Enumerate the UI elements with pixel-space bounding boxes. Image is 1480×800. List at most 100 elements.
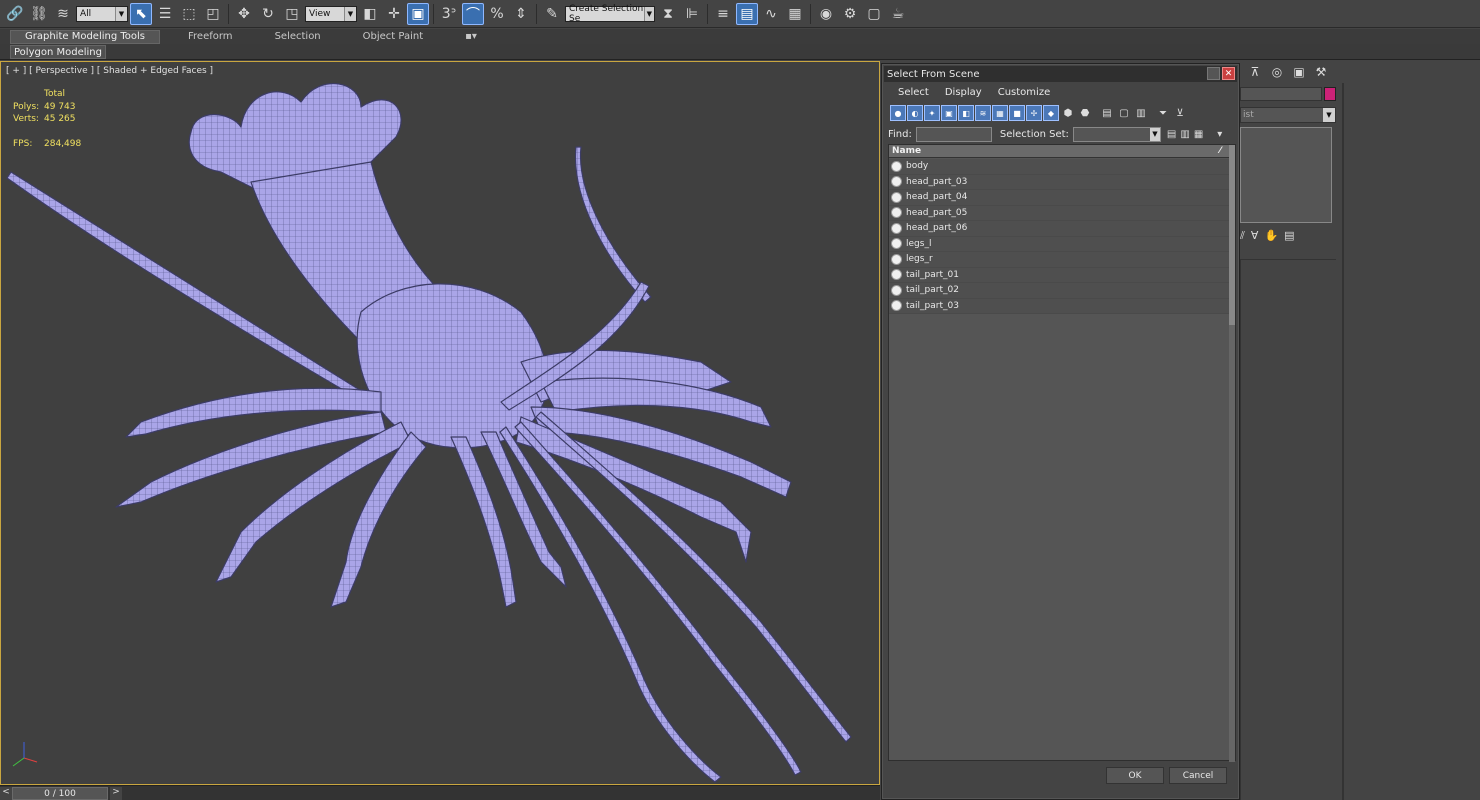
- select-invert-icon[interactable]: ▥: [1133, 105, 1149, 121]
- list-item[interactable]: head_part_03: [889, 174, 1229, 190]
- render-setup-icon[interactable]: ⚙: [839, 3, 861, 25]
- list-item[interactable]: legs_l: [889, 236, 1229, 252]
- modifier-stack[interactable]: [1240, 127, 1332, 223]
- utilities-tab-icon[interactable]: ⚒: [1312, 63, 1330, 81]
- link-icon[interactable]: 🔗: [4, 3, 26, 25]
- list-item[interactable]: body: [889, 159, 1229, 175]
- remove-from-set-icon[interactable]: ▦: [1194, 129, 1203, 140]
- curve-editor-icon[interactable]: ∿: [760, 3, 782, 25]
- select-all-icon[interactable]: ▤: [1099, 105, 1115, 121]
- object-color-swatch[interactable]: [1324, 87, 1336, 101]
- rotate-icon[interactable]: ↻: [257, 3, 279, 25]
- list-item-label: legs_r: [906, 254, 933, 265]
- add-to-set-icon[interactable]: ▥: [1180, 129, 1189, 140]
- percent-snap-icon[interactable]: %: [486, 3, 508, 25]
- render-frame-icon[interactable]: ▢: [863, 3, 885, 25]
- time-slider[interactable]: 0 / 100: [12, 787, 108, 800]
- display-hidden-icon[interactable]: ⬣: [1077, 105, 1093, 121]
- schematic-icon[interactable]: ▦: [784, 3, 806, 25]
- make-unique-icon[interactable]: ✋: [1264, 229, 1278, 245]
- mirror-icon[interactable]: ⧗: [657, 3, 679, 25]
- display-geometry-icon[interactable]: ●: [890, 105, 906, 121]
- motion-tab-icon[interactable]: ◎: [1268, 63, 1286, 81]
- selection-set-dropdown[interactable]: ▼: [1072, 126, 1161, 142]
- polygon-modeling-button[interactable]: Polygon Modeling: [10, 45, 106, 59]
- unlink-icon[interactable]: ⛓: [28, 3, 50, 25]
- display-shapes-icon[interactable]: ◐: [907, 105, 923, 121]
- spinner-snap-icon[interactable]: ⇕: [510, 3, 532, 25]
- list-item[interactable]: head_part_06: [889, 221, 1229, 237]
- filter-options-icon[interactable]: ⊻: [1172, 105, 1188, 121]
- tab-object-paint[interactable]: Object Paint: [349, 30, 438, 44]
- manipulate-icon[interactable]: ✛: [383, 3, 405, 25]
- select-by-name-icon[interactable]: ☰: [154, 3, 176, 25]
- display-cameras-icon[interactable]: ▣: [941, 105, 957, 121]
- list-item[interactable]: tail_part_01: [889, 267, 1229, 283]
- menu-display[interactable]: Display: [945, 87, 982, 98]
- material-editor-icon[interactable]: ◉: [815, 3, 837, 25]
- cancel-button[interactable]: Cancel: [1169, 767, 1227, 784]
- reference-coord-dropdown[interactable]: View ▼: [305, 5, 357, 22]
- selection-filter-dropdown[interactable]: All ▼: [76, 5, 128, 22]
- minimize-button[interactable]: [1207, 67, 1220, 80]
- bind-icon[interactable]: ≋: [52, 3, 74, 25]
- list-scroll-thumb[interactable]: [1229, 145, 1235, 325]
- display-groups-icon[interactable]: ▦: [992, 105, 1008, 121]
- list-item[interactable]: legs_r: [889, 252, 1229, 268]
- edit-named-sel-icon[interactable]: ✎: [541, 3, 563, 25]
- move-icon[interactable]: ✥: [233, 3, 255, 25]
- ribbon-options-icon[interactable]: ▪▾: [451, 30, 491, 44]
- tab-graphite-modeling-tools[interactable]: Graphite Modeling Tools: [10, 29, 161, 44]
- pivot-icon[interactable]: ◧: [359, 3, 381, 25]
- menu-select[interactable]: Select: [898, 87, 929, 98]
- window-crossing-icon[interactable]: ◰: [202, 3, 224, 25]
- align-icon[interactable]: ⊫: [681, 3, 703, 25]
- list-item[interactable]: tail_part_03: [889, 298, 1229, 314]
- perspective-viewport[interactable]: [ + ] [ Perspective ] [ Shaded + Edged F…: [0, 61, 880, 785]
- find-input[interactable]: [915, 126, 992, 142]
- create-set-icon[interactable]: ▤: [1167, 129, 1176, 140]
- display-spacewarps-icon[interactable]: ≋: [975, 105, 991, 121]
- select-none-icon[interactable]: ▢: [1116, 105, 1132, 121]
- display-bones-icon[interactable]: ✢: [1026, 105, 1042, 121]
- display-frozen-icon[interactable]: ⬢: [1060, 105, 1076, 121]
- list-item[interactable]: tail_part_02: [889, 283, 1229, 299]
- hierarchy-tab-icon[interactable]: ⊼: [1246, 63, 1264, 81]
- render-icon[interactable]: ☕: [887, 3, 909, 25]
- scale-icon[interactable]: ◳: [281, 3, 303, 25]
- pin-stack-icon[interactable]: ⫽: [1240, 229, 1245, 245]
- list-item[interactable]: head_part_04: [889, 190, 1229, 206]
- list-item-label: tail_part_01: [906, 269, 959, 280]
- display-tab-icon[interactable]: ▣: [1290, 63, 1308, 81]
- layer-icon[interactable]: ≡: [712, 3, 734, 25]
- list-scrollbar[interactable]: [1229, 145, 1235, 762]
- dialog-title-bar[interactable]: Select From Scene ✕: [884, 66, 1237, 82]
- tab-selection[interactable]: Selection: [261, 30, 335, 44]
- display-containers-icon[interactable]: ◆: [1043, 105, 1059, 121]
- geometry-icon: [891, 191, 902, 203]
- tab-freeform[interactable]: Freeform: [174, 30, 247, 44]
- keyboard-shortcut-icon[interactable]: ▣: [407, 2, 429, 25]
- object-name-field[interactable]: [1240, 87, 1322, 101]
- snap-icon[interactable]: 3ᐣ: [438, 3, 460, 25]
- configure-sets-icon[interactable]: ▤: [1284, 229, 1294, 245]
- display-helpers-icon[interactable]: ◧: [958, 105, 974, 121]
- select-icon[interactable]: ⬉: [130, 2, 152, 25]
- time-slider-next-button[interactable]: >: [110, 787, 122, 800]
- display-lights-icon[interactable]: ✦: [924, 105, 940, 121]
- menu-customize[interactable]: Customize: [998, 87, 1051, 98]
- toggle-ribbon-icon[interactable]: ▤: [736, 2, 758, 25]
- time-slider-prev-button[interactable]: <: [0, 787, 12, 800]
- show-end-result-icon[interactable]: ∀: [1251, 229, 1259, 245]
- close-button[interactable]: ✕: [1222, 67, 1235, 80]
- filter-icon[interactable]: ⏷: [1155, 105, 1171, 121]
- rect-select-icon[interactable]: ⬚: [178, 3, 200, 25]
- angle-snap-icon[interactable]: ⌒: [462, 2, 484, 25]
- list-item[interactable]: head_part_05: [889, 205, 1229, 221]
- modifier-list-dropdown[interactable]: ist ▼: [1240, 107, 1336, 123]
- display-xrefs-icon[interactable]: ■: [1009, 105, 1025, 121]
- named-selection-dropdown[interactable]: Create Selection Se ▼: [565, 4, 655, 24]
- more-options-icon[interactable]: ▾: [1217, 129, 1222, 140]
- column-header-name[interactable]: Name ⁄: [889, 145, 1229, 158]
- ok-button[interactable]: OK: [1106, 767, 1164, 784]
